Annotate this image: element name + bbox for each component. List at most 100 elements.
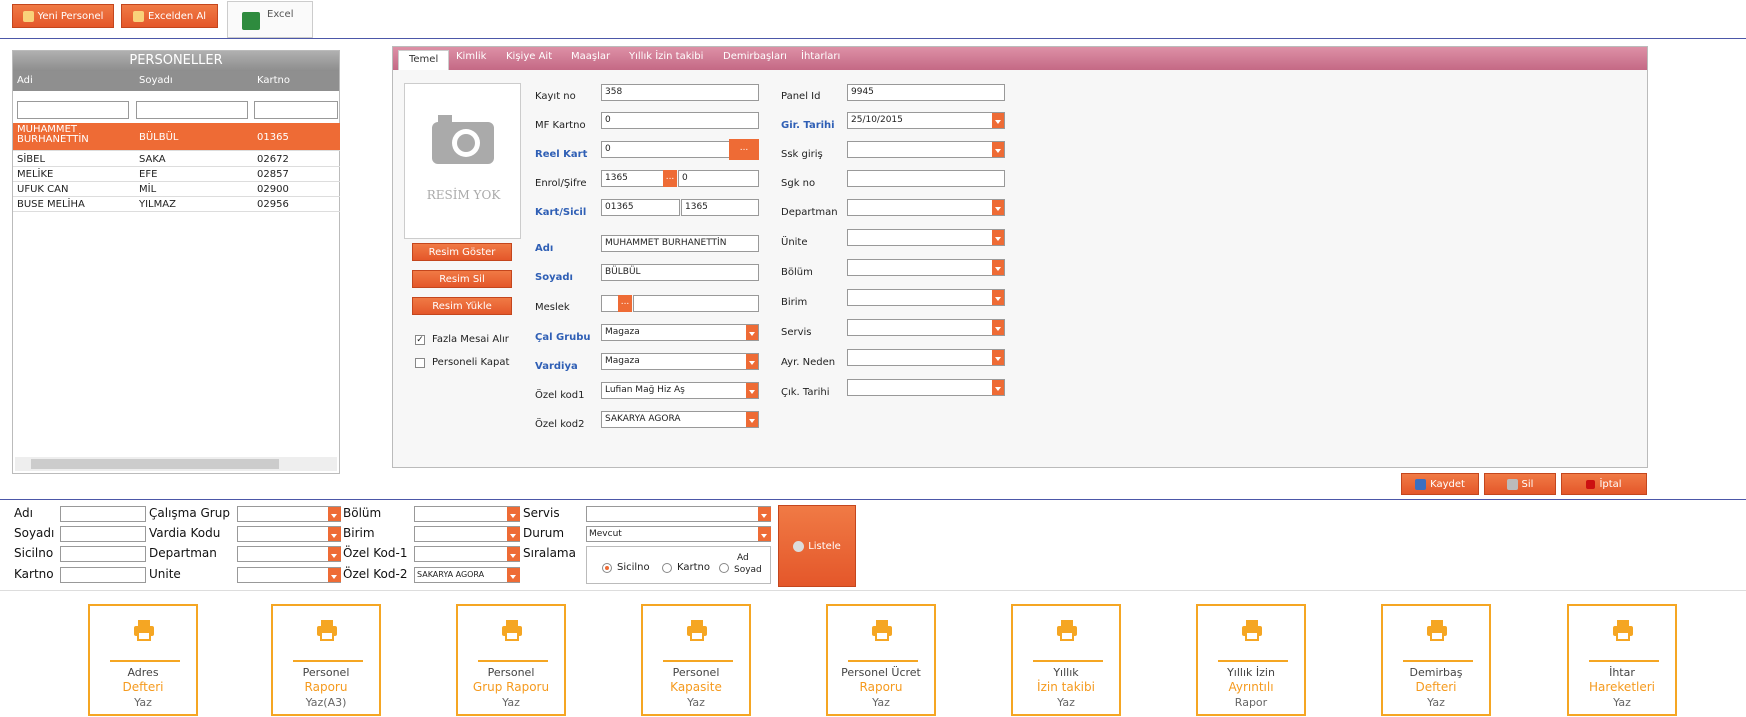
chevron-down-icon[interactable] <box>992 320 1004 335</box>
meslek-code-input[interactable] <box>601 295 619 312</box>
enrol-input[interactable]: 1365 <box>601 170 665 187</box>
vardiya-select[interactable]: Magaza <box>601 353 759 370</box>
chevron-down-icon[interactable] <box>992 230 1004 245</box>
soyadi-input[interactable]: BÜLBÜL <box>601 264 759 281</box>
filter-soyadi-input[interactable] <box>60 526 146 542</box>
table-row[interactable]: UFUK CAN MİL 02900 <box>13 183 340 197</box>
report-kapasite[interactable]: Personel Kapasite Yaz <box>641 604 751 716</box>
panel-id-input[interactable]: 9945 <box>847 84 1005 101</box>
tab-temel[interactable]: Temel <box>398 50 450 70</box>
filter-vardia-select[interactable] <box>237 526 341 542</box>
enrol-browse-button[interactable]: ... <box>663 170 677 187</box>
chevron-down-icon[interactable] <box>507 547 520 561</box>
table-row[interactable]: MELİKE EFE 02857 <box>13 168 340 182</box>
cik-tarihi-select[interactable] <box>847 379 1005 396</box>
tab-kimlik[interactable]: Kimlik <box>456 51 486 62</box>
reel-kart-browse-button[interactable]: ... <box>729 139 759 160</box>
sgk-no-input[interactable] <box>847 170 1005 187</box>
save-button[interactable]: Kaydet <box>1401 473 1479 495</box>
report-personel-raporu[interactable]: Personel Raporu Yaz(A3) <box>271 604 381 716</box>
vertical-scrollbar[interactable] <box>353 123 367 473</box>
report-ucret-raporu[interactable]: Personel Ücret Raporu Yaz <box>826 604 936 716</box>
chevron-down-icon[interactable] <box>507 568 520 582</box>
chevron-down-icon[interactable] <box>992 290 1004 305</box>
unite-select[interactable] <box>847 229 1005 246</box>
close-personnel-checkbox[interactable] <box>415 358 425 368</box>
servis-select[interactable] <box>847 319 1005 336</box>
cancel-button[interactable]: İptal <box>1561 473 1647 495</box>
report-adres-defteri[interactable]: Adres Defteri Yaz <box>88 604 198 716</box>
list-button[interactable]: Listele <box>778 505 856 587</box>
filter-card-input[interactable] <box>254 101 338 119</box>
filter-durum-select[interactable]: Mevcut <box>586 526 771 542</box>
tab-yillik-izin[interactable]: Yıllık İzin takibi <box>629 51 703 62</box>
cal-grubu-select[interactable]: Magaza <box>601 324 759 341</box>
chevron-down-icon[interactable] <box>328 568 341 582</box>
filter-bolum-select[interactable] <box>414 506 520 522</box>
filter-kartno-input[interactable] <box>60 567 146 583</box>
departman-select[interactable] <box>847 199 1005 216</box>
chevron-down-icon[interactable] <box>746 383 758 398</box>
sort-ad-radio[interactable] <box>719 563 729 573</box>
scroll-thumb[interactable] <box>31 459 279 469</box>
chevron-down-icon[interactable] <box>507 527 520 541</box>
chevron-down-icon[interactable] <box>328 507 341 521</box>
excel-button[interactable]: Excel <box>227 1 313 38</box>
new-personnel-button[interactable]: Yeni Personel <box>12 4 114 28</box>
chevron-down-icon[interactable] <box>746 354 758 369</box>
chevron-down-icon[interactable] <box>992 200 1004 215</box>
report-demirbas-defteri[interactable]: Demirbaş Defteri Yaz <box>1381 604 1491 716</box>
filter-calisma-select[interactable] <box>237 506 341 522</box>
filter-birim-select[interactable] <box>414 526 520 542</box>
chevron-down-icon[interactable] <box>992 113 1004 128</box>
kayit-no-input[interactable]: 358 <box>601 84 759 101</box>
chevron-down-icon[interactable] <box>992 350 1004 365</box>
report-izin-ayrintili[interactable]: Yıllık İzin Ayrıntılı Rapor <box>1196 604 1306 716</box>
chevron-down-icon[interactable] <box>746 325 758 340</box>
table-row[interactable]: BUSE MELİHA YILMAZ 02956 <box>13 198 340 212</box>
report-izin-takibi[interactable]: Yıllık İzin takibi Yaz <box>1011 604 1121 716</box>
filter-departman-select[interactable] <box>237 546 341 562</box>
birim-select[interactable] <box>847 289 1005 306</box>
filter-unite-select[interactable] <box>237 567 341 583</box>
sicil-input[interactable]: 1365 <box>681 199 759 216</box>
filter-servis-select[interactable] <box>586 506 771 522</box>
filter-ozelkod2-select[interactable]: SAKARYA AGORA <box>414 567 520 583</box>
sifre-input[interactable]: 0 <box>678 170 759 187</box>
meslek-input[interactable] <box>633 295 759 312</box>
sort-kartno-radio[interactable] <box>662 563 672 573</box>
chevron-down-icon[interactable] <box>758 507 771 521</box>
table-row[interactable]: MUHAMMET BURHANETTİN BÜLBÜL 01365 <box>13 123 340 151</box>
tab-maaslar[interactable]: Maaşlar <box>571 51 610 62</box>
chevron-down-icon[interactable] <box>746 412 758 427</box>
filter-ozelkod1-select[interactable] <box>414 546 520 562</box>
bolum-select[interactable] <box>847 259 1005 276</box>
chevron-down-icon[interactable] <box>992 142 1004 157</box>
meslek-browse-button[interactable]: ... <box>618 295 632 312</box>
filter-surname-input[interactable] <box>136 101 248 119</box>
tab-ihtarlari[interactable]: İhtarları <box>801 51 840 62</box>
col-card[interactable]: Kartno <box>257 75 290 86</box>
report-ihtar-hareketleri[interactable]: İhtar Hareketleri Yaz <box>1567 604 1677 716</box>
gir-tarihi-select[interactable]: 25/10/2015 <box>847 112 1005 129</box>
show-photo-button[interactable]: Resim Göster <box>412 243 512 261</box>
delete-photo-button[interactable]: Resim Sil <box>412 270 512 288</box>
filter-adi-input[interactable] <box>60 506 146 522</box>
chevron-down-icon[interactable] <box>992 380 1004 395</box>
mf-kartno-input[interactable]: 0 <box>601 112 759 129</box>
ozel-kod2-select[interactable]: SAKARYA AGORA <box>601 411 759 428</box>
tab-kisiye-ait[interactable]: Kişiye Ait <box>506 51 552 62</box>
kart-input[interactable]: 01365 <box>601 199 680 216</box>
overtime-checkbox[interactable]: ✓ <box>415 335 425 345</box>
chevron-down-icon[interactable] <box>758 527 771 541</box>
col-surname[interactable]: Soyadı <box>139 75 173 86</box>
chevron-down-icon[interactable] <box>992 260 1004 275</box>
report-grup-raporu[interactable]: Personel Grup Raporu Yaz <box>456 604 566 716</box>
chevron-down-icon[interactable] <box>328 547 341 561</box>
upload-photo-button[interactable]: Resim Yükle <box>412 297 512 315</box>
tab-demirbaslari[interactable]: Demirbaşları <box>723 51 787 62</box>
ssk-giris-select[interactable] <box>847 141 1005 158</box>
ozel-kod1-select[interactable]: Lufian Mağ Hiz Aş <box>601 382 759 399</box>
table-row[interactable]: SİBEL SAKA 02672 <box>13 153 340 167</box>
import-excel-button[interactable]: Excelden Al <box>121 4 218 28</box>
